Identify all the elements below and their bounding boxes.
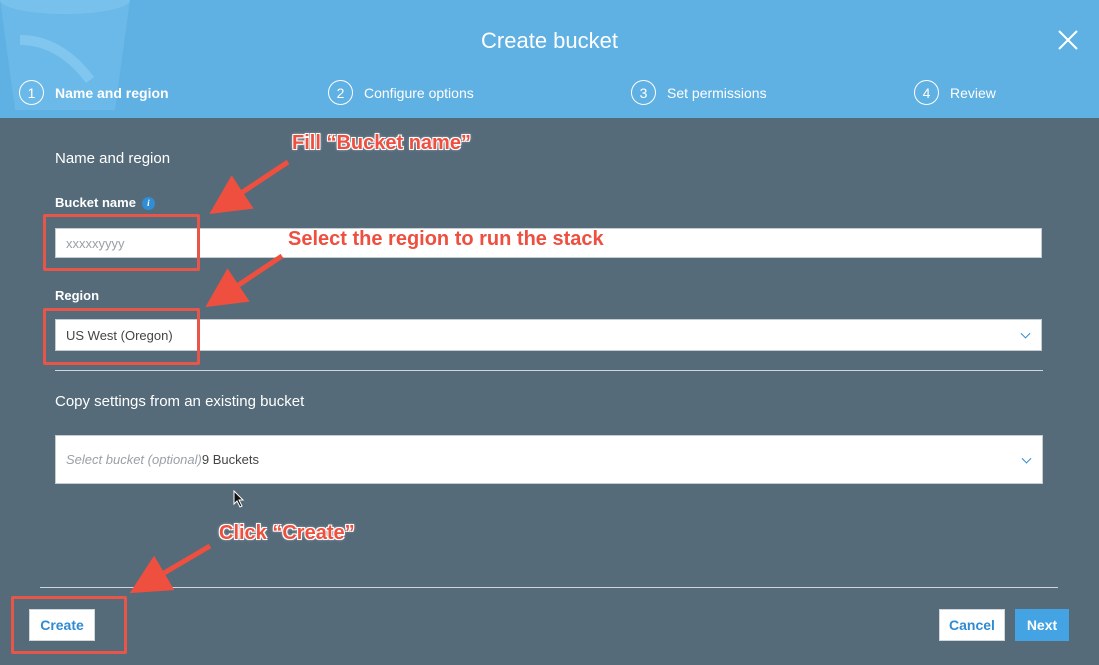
- annotation-fill-bucket: Fill “Bucket name”: [292, 132, 471, 154]
- arrow-create: [129, 543, 212, 594]
- annotation-arrows: [129, 159, 290, 594]
- arrow-region: [205, 253, 284, 308]
- mouse-cursor-icon: [233, 490, 245, 508]
- arrow-bucket-name: [209, 159, 290, 215]
- annotation-click-create: Click “Create”: [219, 522, 355, 544]
- annotation-select-region: Select the region to run the stack: [288, 228, 604, 250]
